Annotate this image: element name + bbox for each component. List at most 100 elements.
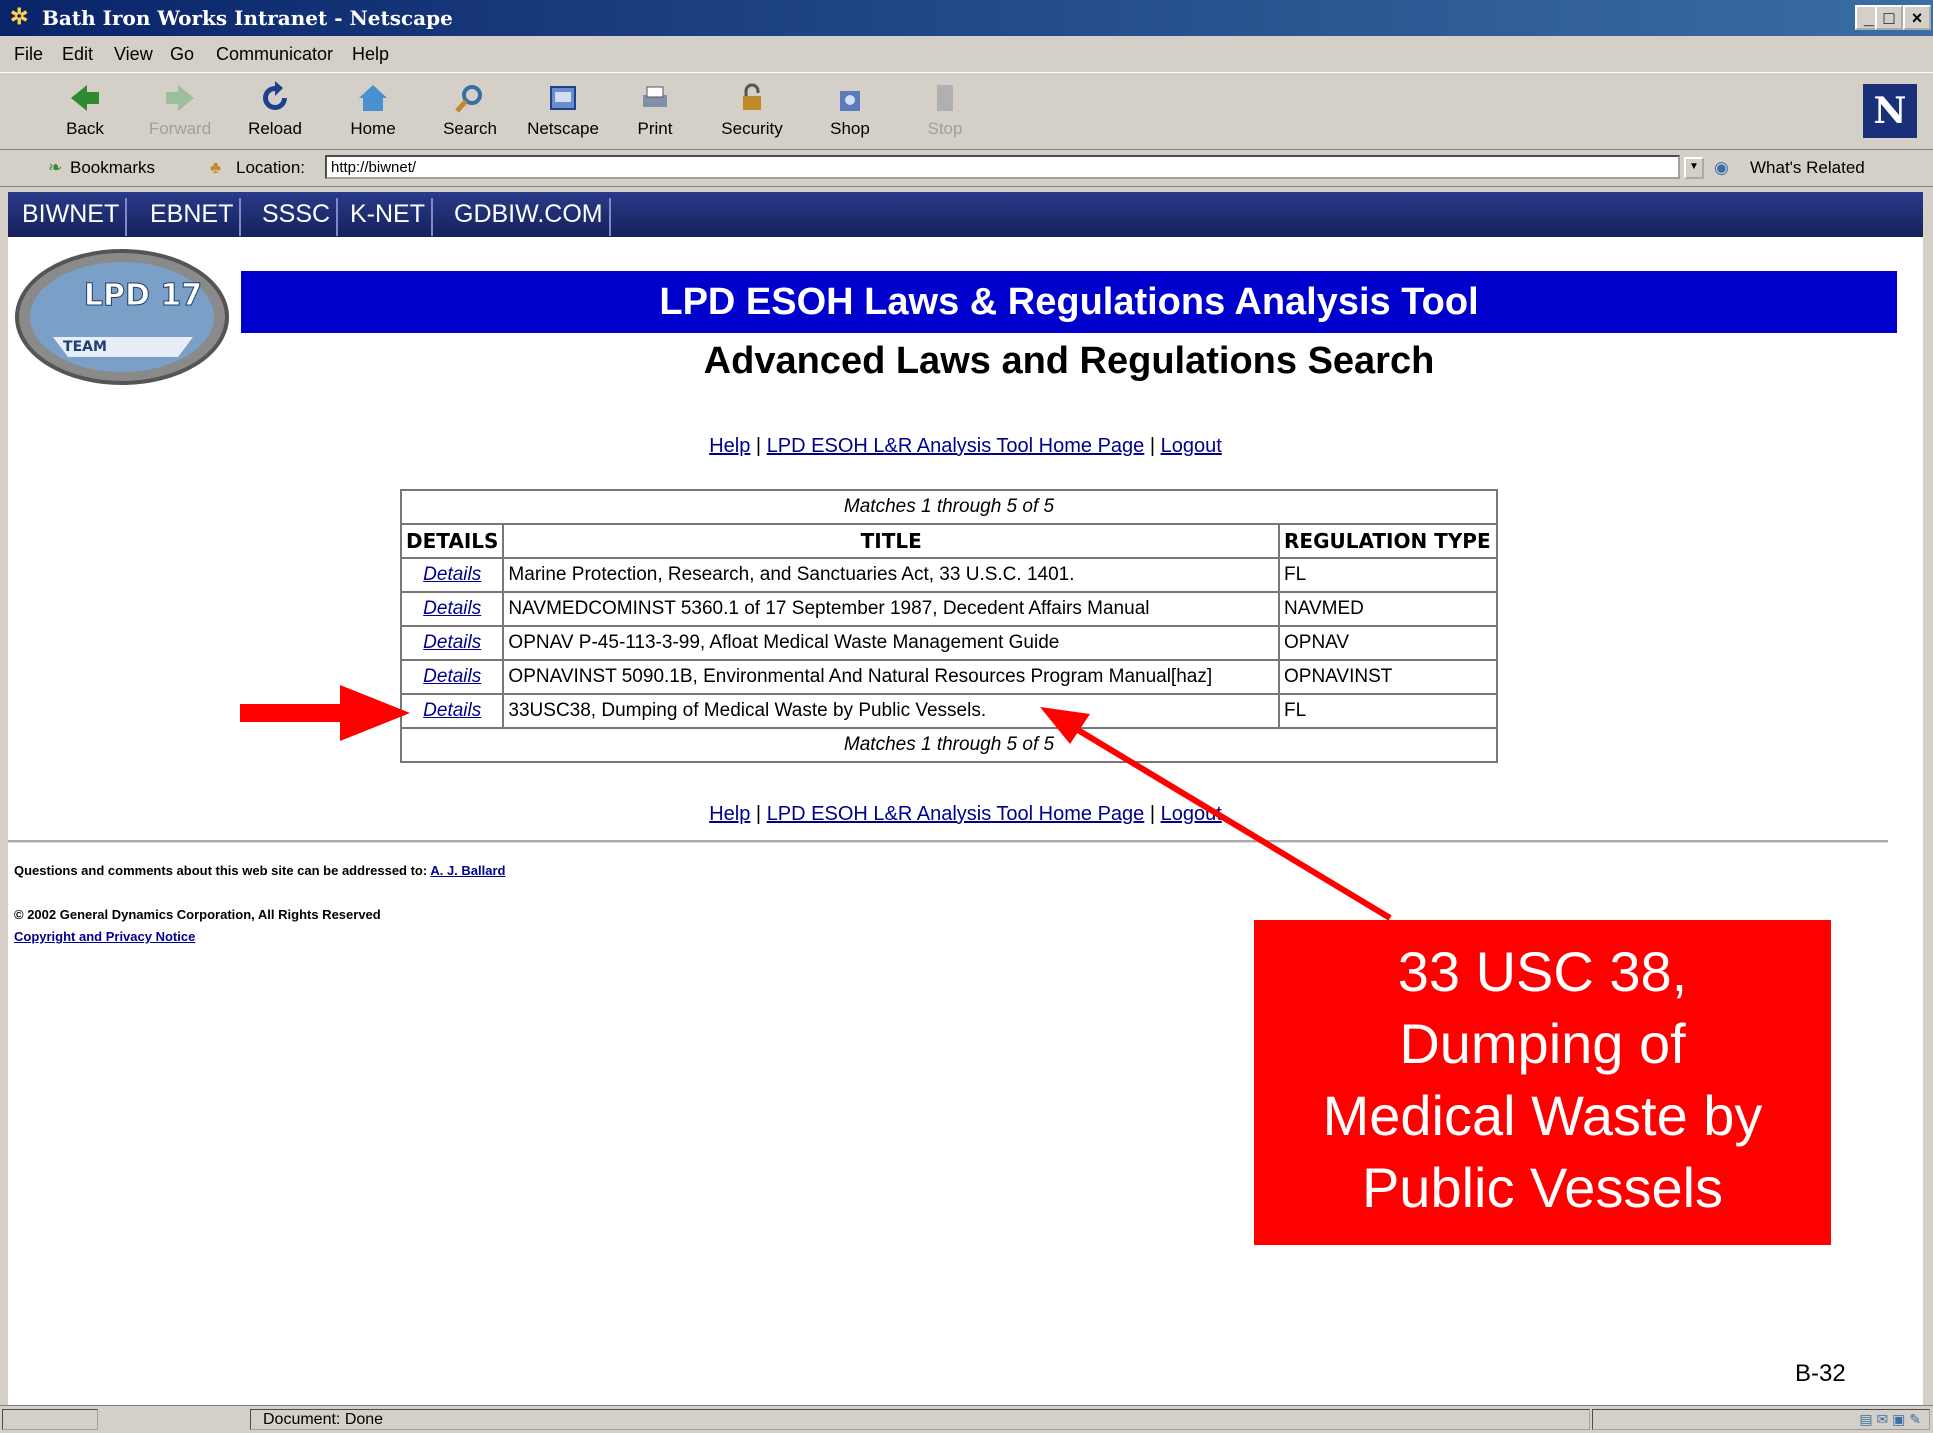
home-button[interactable]: Home: [333, 79, 413, 145]
table-row: Details OPNAVINST 5090.1B, Environmental…: [399, 659, 1498, 695]
maximize-button[interactable]: □: [1875, 5, 1903, 30]
menu-file[interactable]: File: [14, 44, 43, 65]
back-button[interactable]: Back: [45, 79, 125, 145]
close-button[interactable]: ×: [1903, 5, 1931, 30]
page-subtitle: Advanced Laws and Regulations Search: [703, 340, 1435, 382]
reload-icon: [263, 81, 287, 110]
link-separator: |: [1144, 803, 1161, 825]
shop-label: Shop: [830, 119, 870, 138]
row-title: Marine Protection, Research, and Sanctua…: [502, 557, 1280, 593]
location-icon: ♣: [210, 158, 222, 177]
stop-label: Stop: [927, 119, 963, 138]
whats-related-button[interactable]: What's Related: [1750, 158, 1865, 178]
link-separator: |: [750, 803, 767, 825]
search-button[interactable]: Search: [430, 79, 510, 145]
home-label: Home: [350, 119, 396, 138]
search-label: Search: [443, 119, 497, 138]
matches-header: Matches 1 through 5 of 5: [400, 489, 1498, 525]
divider: [8, 840, 1888, 843]
location-toolbar: ❧ Bookmarks ♣ Location: http://biwnet/ ▼…: [0, 150, 1933, 187]
menu-go[interactable]: Go: [170, 44, 194, 65]
title-bar: ✲ Bath Iron Works Intranet - Netscape _ …: [0, 0, 1933, 36]
table-row: Details 33USC38, Dumping of Medical Wast…: [399, 693, 1498, 729]
forward-button[interactable]: Forward: [140, 79, 220, 145]
stop-icon: [937, 85, 953, 111]
matches-footer: Matches 1 through 5 of 5: [400, 727, 1498, 763]
menu-help[interactable]: Help: [352, 44, 389, 65]
forward-label: Forward: [148, 119, 212, 138]
row-title: OPNAV P-45-113-3-99, Afloat Medical Wast…: [502, 625, 1280, 661]
questions-text: Questions and comments about this web si…: [14, 863, 428, 878]
reload-button[interactable]: Reload: [235, 79, 315, 145]
row-type: NAVMED: [1278, 591, 1498, 627]
nav-ebnet[interactable]: EBNET: [144, 198, 242, 236]
callout-line: Medical Waste by: [1322, 1084, 1763, 1147]
shop-button[interactable]: Shop: [810, 79, 890, 145]
details-link[interactable]: Details: [423, 700, 481, 721]
details-link[interactable]: Details: [423, 564, 481, 585]
page-banner: LPD ESOH Laws & Regulations Analysis Too…: [241, 271, 1897, 333]
nav-knet[interactable]: K-NET: [344, 198, 433, 236]
bookmarks-icon: ❧: [48, 158, 63, 177]
print-label: Print: [637, 119, 673, 138]
row-type: FL: [1278, 557, 1498, 593]
help-link[interactable]: Help: [709, 435, 750, 457]
bookmarks-button[interactable]: Bookmarks: [70, 158, 155, 178]
url-field[interactable]: http://biwnet/: [325, 155, 1680, 179]
footer-questions: Questions and comments about this web si…: [14, 863, 505, 878]
url-dropdown-button[interactable]: ▼: [1684, 157, 1704, 179]
menu-communicator[interactable]: Communicator: [216, 44, 333, 65]
callout-line: Public Vessels: [1361, 1156, 1724, 1219]
netscape-window-icon: ✲: [10, 4, 29, 30]
details-link[interactable]: Details: [423, 632, 481, 653]
menu-view[interactable]: View: [114, 44, 153, 65]
home-icon: [359, 85, 387, 111]
row-title: 33USC38, Dumping of Medical Waste by Pub…: [502, 693, 1280, 729]
window-title: Bath Iron Works Intranet - Netscape: [42, 6, 453, 30]
row-type: OPNAV: [1278, 625, 1498, 661]
logout-link[interactable]: Logout: [1161, 803, 1222, 825]
slide-number: B-32: [1795, 1360, 1846, 1387]
site-nav-bar: BIWNET EBNET SSSC K-NET GDBIW.COM: [8, 192, 1923, 237]
col-title: TITLE: [502, 523, 1280, 559]
netscape-portal-icon: [550, 86, 576, 110]
table-row: Details OPNAV P-45-113-3-99, Afloat Medi…: [399, 625, 1498, 661]
link-separator: |: [750, 435, 767, 457]
netscape-n-logo: N: [1863, 84, 1917, 138]
nav-biwnet[interactable]: BIWNET: [16, 198, 128, 236]
back-arrow-icon: [71, 85, 99, 111]
link-separator: |: [1144, 435, 1161, 457]
logo-text: LPD 17: [84, 278, 202, 313]
nav-gdbiw[interactable]: GDBIW.COM: [448, 198, 611, 236]
menu-bar: File Edit View Go Communicator Help: [0, 38, 1933, 70]
row-title: OPNAVINST 5090.1B, Environmental And Nat…: [502, 659, 1280, 695]
table-row: Details Marine Protection, Research, and…: [399, 557, 1498, 593]
right-frame-edge: [1923, 192, 1933, 1405]
contact-link[interactable]: A. J. Ballard: [430, 863, 505, 878]
callout-box: 33 USC 38, Dumping of Medical Waste by P…: [1254, 920, 1831, 1245]
search-icon: [455, 85, 482, 113]
privacy-notice-link[interactable]: Copyright and Privacy Notice: [14, 929, 195, 944]
callout-line: Dumping of: [1399, 1012, 1686, 1075]
details-link[interactable]: Details: [423, 666, 481, 687]
home-page-link[interactable]: LPD ESOH L&R Analysis Tool Home Page: [767, 435, 1145, 457]
netscape-button[interactable]: Netscape: [523, 79, 603, 145]
lpd17-team-logo: LPD 17 TEAM: [15, 249, 229, 385]
row-title: NAVMEDCOMINST 5360.1 of 17 September 198…: [502, 591, 1280, 627]
help-link[interactable]: Help: [709, 803, 750, 825]
forward-arrow-icon: [166, 85, 194, 111]
padlock-icon: [743, 83, 761, 110]
stop-button[interactable]: Stop: [905, 79, 985, 145]
details-link[interactable]: Details: [423, 598, 481, 619]
security-button[interactable]: Security: [712, 79, 792, 145]
print-button[interactable]: Print: [615, 79, 695, 145]
component-bar-icons: ▤ ✉ ▣ ✎: [1592, 1409, 1930, 1430]
callout-line: 33 USC 38,: [1397, 940, 1688, 1003]
home-page-link[interactable]: LPD ESOH L&R Analysis Tool Home Page: [767, 803, 1145, 825]
results-table: Matches 1 through 5 of 5 DETAILS TITLE R…: [399, 489, 1498, 763]
menu-edit[interactable]: Edit: [62, 44, 93, 65]
nav-sssc[interactable]: SSSC: [256, 198, 339, 236]
top-links: Help | LPD ESOH L&R Analysis Tool Home P…: [8, 435, 1923, 458]
navigation-toolbar: Back Forward Reload Home Search Netscape…: [0, 72, 1933, 150]
logout-link[interactable]: Logout: [1161, 435, 1222, 457]
